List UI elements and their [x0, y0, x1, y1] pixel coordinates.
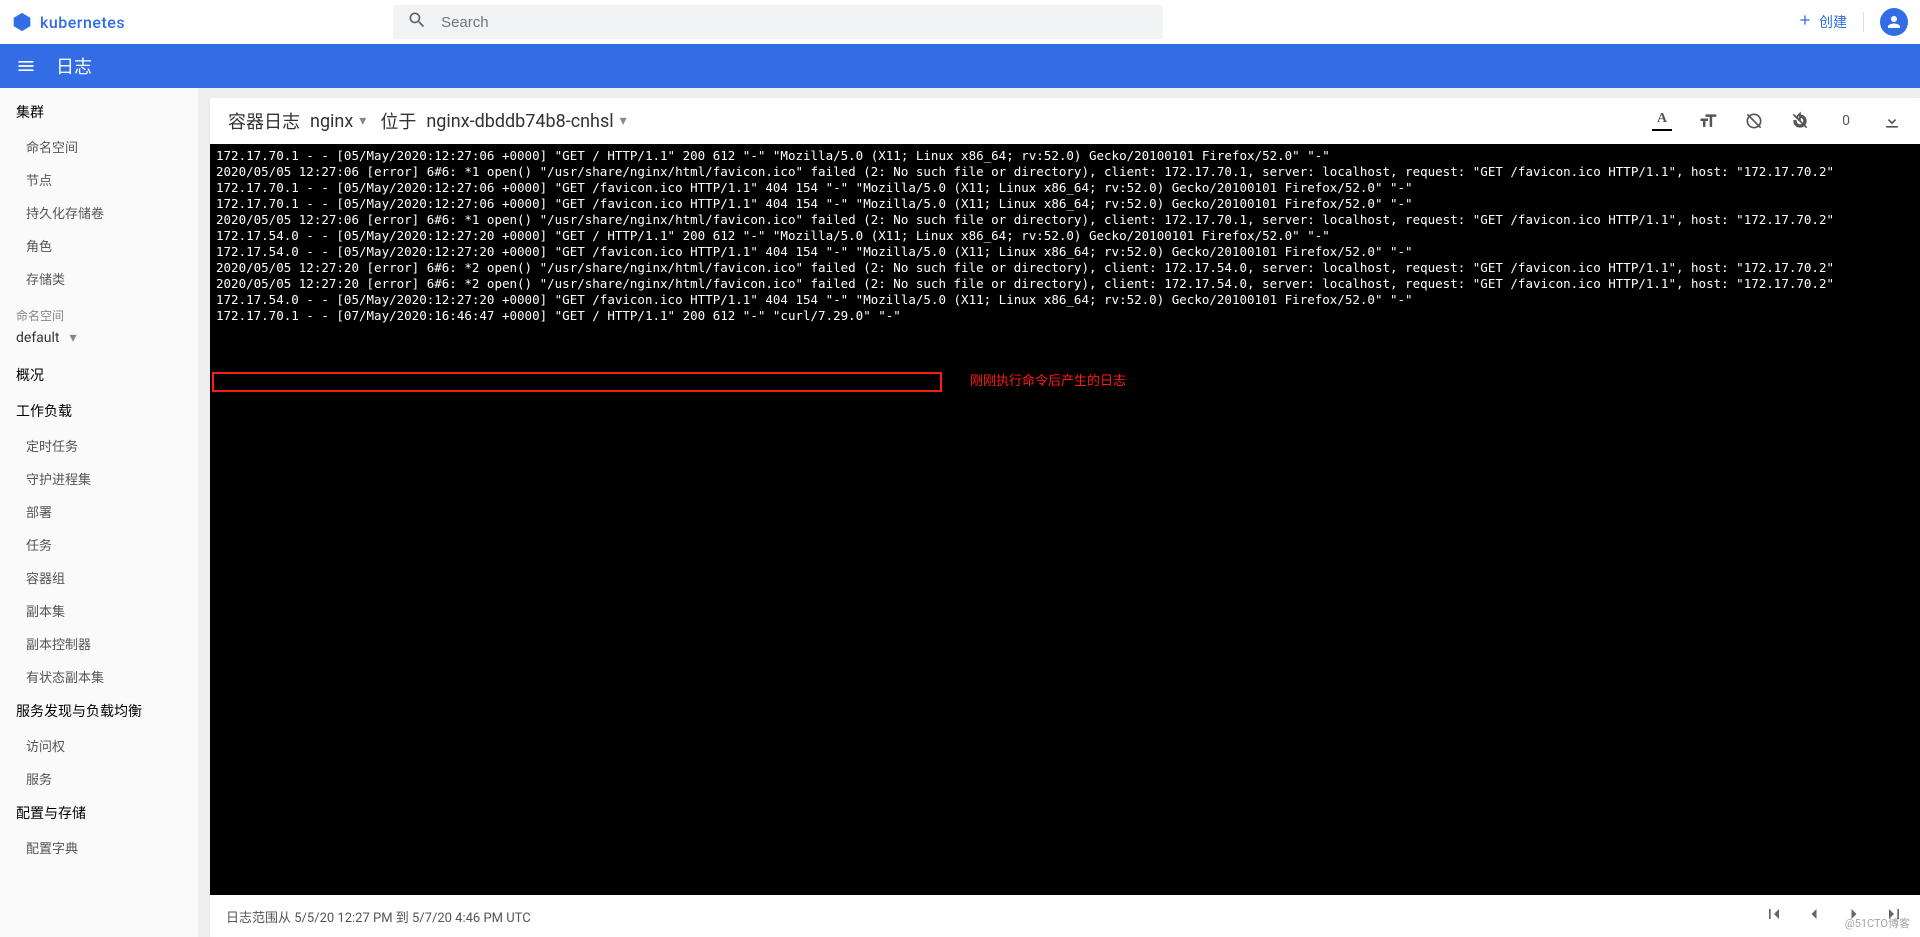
sidebar-section-workloads[interactable]: 工作负载 — [0, 393, 198, 429]
log-toolbar: A 0 — [1652, 111, 1902, 131]
sidebar-item-replicacontrollers[interactable]: 副本控制器 — [0, 627, 198, 660]
log-line: 172.17.54.0 - - [05/May/2020:12:27:20 +0… — [216, 292, 1914, 308]
sidebar-item-pods[interactable]: 容器组 — [0, 561, 198, 594]
log-panel[interactable]: 172.17.70.1 - - [05/May/2020:12:27:06 +0… — [210, 144, 1920, 895]
search-icon — [407, 10, 427, 34]
kubernetes-logo-icon — [12, 12, 32, 32]
sidebar-ns-label: 命名空间 — [0, 295, 198, 326]
brand-text: kubernetes — [40, 13, 125, 32]
main-layout: 集群 命名空间 节点 持久化存储卷 角色 存储类 命名空间 default ▾ … — [0, 88, 1920, 937]
sidebar-item-namespaces[interactable]: 命名空间 — [0, 130, 198, 163]
log-line: 172.17.70.1 - - [05/May/2020:12:27:06 +0… — [216, 180, 1914, 196]
log-footer: 日志范围从 5/5/20 12:27 PM 到 5/7/20 4:46 PM U… — [210, 895, 1920, 937]
sidebar-item-configmaps[interactable]: 配置字典 — [0, 831, 198, 864]
sidebar-item-services[interactable]: 服务 — [0, 762, 198, 795]
main-content: 容器日志 nginx ▾ 位于 nginx-dbddb74b8-cnhsl ▾ … — [198, 88, 1920, 937]
hamburger-menu-icon[interactable] — [16, 56, 36, 76]
watermark-text: @51CTO博客 — [1845, 915, 1910, 931]
sidebar-item-roles[interactable]: 角色 — [0, 229, 198, 262]
sidebar-item-ingresses[interactable]: 访问权 — [0, 729, 198, 762]
highlight-box — [212, 372, 942, 392]
header-actions: 创建 — [1797, 8, 1908, 36]
sidebar-item-replicasets[interactable]: 副本集 — [0, 594, 198, 627]
dropdown-arrow-icon: ▾ — [620, 113, 627, 129]
sidebar-section-cluster[interactable]: 集群 — [0, 94, 198, 130]
dropdown-arrow-icon: ▾ — [359, 113, 366, 129]
app-bar: 日志 — [0, 44, 1920, 88]
previous-logs-count[interactable]: 0 — [1836, 111, 1856, 131]
log-line: 172.17.54.0 - - [05/May/2020:12:27:20 +0… — [216, 244, 1914, 260]
sidebar-item-pv[interactable]: 持久化存储卷 — [0, 196, 198, 229]
auto-refresh-toggle-icon[interactable] — [1790, 111, 1810, 131]
namespace-value: default — [16, 330, 60, 346]
page-prev-icon[interactable] — [1804, 904, 1824, 929]
annotation-text: 刚刚执行命令后产生的日志 — [970, 374, 1126, 390]
search-box[interactable] — [393, 5, 1163, 39]
plus-icon — [1797, 12, 1813, 32]
namespace-selector[interactable]: default ▾ — [0, 326, 93, 357]
sidebar-item-daemonsets[interactable]: 守护进程集 — [0, 462, 198, 495]
log-line: 172.17.54.0 - - [05/May/2020:12:27:20 +0… — [216, 228, 1914, 244]
page-first-icon[interactable] — [1764, 904, 1784, 929]
log-line: 172.17.70.1 - - [05/May/2020:12:27:06 +0… — [216, 148, 1914, 164]
log-card-header: 容器日志 nginx ▾ 位于 nginx-dbddb74b8-cnhsl ▾ … — [210, 98, 1920, 144]
sidebar-item-statefulsets[interactable]: 有状态副本集 — [0, 660, 198, 693]
card-title-prefix: 容器日志 — [228, 108, 300, 134]
create-label: 创建 — [1819, 12, 1847, 32]
sidebar-section-discovery[interactable]: 服务发现与负载均衡 — [0, 693, 198, 729]
sidebar-item-nodes[interactable]: 节点 — [0, 163, 198, 196]
log-line: 2020/05/05 12:27:20 [error] 6#6: *2 open… — [216, 276, 1914, 292]
create-button[interactable]: 创建 — [1797, 12, 1847, 32]
vertical-divider — [1863, 12, 1864, 32]
timestamp-toggle-icon[interactable] — [1744, 111, 1764, 131]
download-icon[interactable] — [1882, 111, 1902, 131]
log-line: 2020/05/05 12:27:06 [error] 6#6: *1 open… — [216, 212, 1914, 228]
top-header: kubernetes 创建 — [0, 0, 1920, 44]
sidebar-section-overview[interactable]: 概况 — [0, 357, 198, 393]
log-line: 172.17.70.1 - - [05/May/2020:12:27:06 +0… — [216, 196, 1914, 212]
container-name: nginx — [310, 111, 353, 132]
log-line: 172.17.70.1 - - [07/May/2020:16:46:47 +0… — [216, 308, 1914, 324]
pod-selector[interactable]: nginx-dbddb74b8-cnhsl ▾ — [426, 111, 626, 132]
user-avatar-icon[interactable] — [1880, 8, 1908, 36]
text-color-toggle-icon[interactable]: A — [1652, 111, 1672, 131]
page-title: 日志 — [56, 53, 92, 79]
log-line: 2020/05/05 12:27:06 [error] 6#6: *1 open… — [216, 164, 1914, 180]
sidebar-item-deployments[interactable]: 部署 — [0, 495, 198, 528]
locate-label: 位于 — [380, 108, 416, 134]
log-line: 2020/05/05 12:27:20 [error] 6#6: *2 open… — [216, 260, 1914, 276]
dropdown-arrow-icon: ▾ — [70, 330, 77, 346]
log-range-text: 日志范围从 5/5/20 12:27 PM 到 5/7/20 4:46 PM U… — [226, 907, 531, 926]
container-selector[interactable]: nginx ▾ — [310, 111, 366, 132]
sidebar-item-jobs[interactable]: 任务 — [0, 528, 198, 561]
sidebar-item-cronjobs[interactable]: 定时任务 — [0, 429, 198, 462]
sidebar-section-config[interactable]: 配置与存储 — [0, 795, 198, 831]
search-input[interactable] — [441, 14, 1149, 31]
pod-name: nginx-dbddb74b8-cnhsl — [426, 111, 613, 132]
sidebar: 集群 命名空间 节点 持久化存储卷 角色 存储类 命名空间 default ▾ … — [0, 88, 198, 937]
font-size-toggle-icon[interactable] — [1698, 111, 1718, 131]
sidebar-item-storageclass[interactable]: 存储类 — [0, 262, 198, 295]
